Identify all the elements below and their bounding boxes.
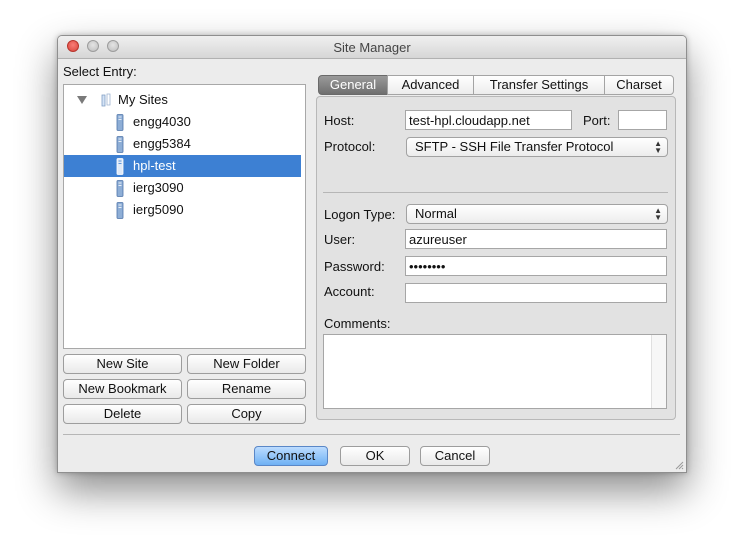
tab-charset[interactable]: Charset — [604, 75, 674, 95]
resize-grip-icon[interactable] — [674, 460, 684, 470]
comments-label: Comments: — [324, 316, 391, 331]
password-label: Password: — [324, 259, 385, 274]
rename-button[interactable]: Rename — [187, 379, 306, 399]
tree-item-label: ierg5090 — [133, 202, 184, 217]
new-bookmark-button[interactable]: New Bookmark — [63, 379, 182, 399]
user-label: User: — [324, 232, 356, 247]
tree-item-site[interactable]: engg4030 — [64, 111, 301, 133]
connect-button[interactable]: Connect — [254, 446, 328, 466]
tree-item-label: engg4030 — [133, 114, 191, 129]
account-label: Account: — [324, 284, 375, 299]
user-input[interactable] — [405, 229, 667, 249]
port-label: Port: — [583, 113, 611, 128]
tree-item-site[interactable]: engg5384 — [64, 133, 301, 155]
disclosure-triangle-icon[interactable] — [77, 96, 87, 104]
logon-type-select[interactable]: Normal ▲ ▼ — [406, 204, 668, 224]
site-manager-window: Site Manager Select Entry: My Sites engg… — [57, 35, 687, 473]
server-icon — [116, 136, 124, 153]
comments-textarea[interactable] — [323, 334, 667, 409]
select-arrows-icon: ▲ ▼ — [654, 206, 662, 222]
logon-type-select-value: Normal — [415, 206, 457, 221]
tree-item-label: My Sites — [118, 92, 168, 107]
new-folder-button[interactable]: New Folder — [187, 354, 306, 374]
title-bar[interactable]: Site Manager — [58, 36, 686, 59]
server-icon — [116, 202, 124, 219]
logon-type-label: Logon Type: — [324, 207, 396, 222]
tree-item-site[interactable]: ierg3090 — [64, 177, 301, 199]
select-arrows-icon: ▲ ▼ — [654, 139, 662, 155]
tree-item-site-selected[interactable]: hpl-test — [64, 155, 301, 177]
tree-item-my-sites[interactable]: My Sites — [64, 89, 301, 111]
site-tree[interactable]: My Sites engg4030 engg5384 hpl-test ierg… — [63, 84, 306, 349]
server-icon — [116, 180, 124, 197]
tree-item-label: hpl-test — [133, 158, 176, 173]
protocol-select-value: SFTP - SSH File Transfer Protocol — [415, 139, 614, 154]
tree-item-label: ierg3090 — [133, 180, 184, 195]
account-input[interactable] — [405, 283, 667, 303]
window-title: Site Manager — [333, 40, 411, 55]
tree-item-label: engg5384 — [133, 136, 191, 151]
tab-transfer-settings[interactable]: Transfer Settings — [473, 75, 605, 95]
folder-icon — [101, 93, 111, 107]
tree-item-site[interactable]: ierg5090 — [64, 199, 301, 221]
copy-button[interactable]: Copy — [187, 404, 306, 424]
ok-button[interactable]: OK — [340, 446, 410, 466]
cancel-button[interactable]: Cancel — [420, 446, 490, 466]
port-input[interactable] — [618, 110, 667, 130]
select-entry-label: Select Entry: — [63, 64, 137, 79]
tab-general[interactable]: General — [318, 75, 388, 95]
host-input[interactable] — [405, 110, 572, 130]
tab-advanced[interactable]: Advanced — [387, 75, 474, 95]
tab-bar: General Advanced Transfer Settings Chars… — [318, 75, 674, 97]
password-input[interactable] — [405, 256, 667, 276]
protocol-select[interactable]: SFTP - SSH File Transfer Protocol ▲ ▼ — [406, 137, 668, 157]
comments-scrollbar[interactable] — [651, 335, 666, 408]
host-label: Host: — [324, 113, 355, 128]
delete-button[interactable]: Delete — [63, 404, 182, 424]
server-icon — [116, 158, 124, 175]
new-site-button[interactable]: New Site — [63, 354, 182, 374]
server-icon — [116, 114, 124, 131]
separator — [323, 192, 668, 193]
protocol-label: Protocol: — [324, 139, 376, 154]
bottom-separator — [63, 434, 680, 435]
